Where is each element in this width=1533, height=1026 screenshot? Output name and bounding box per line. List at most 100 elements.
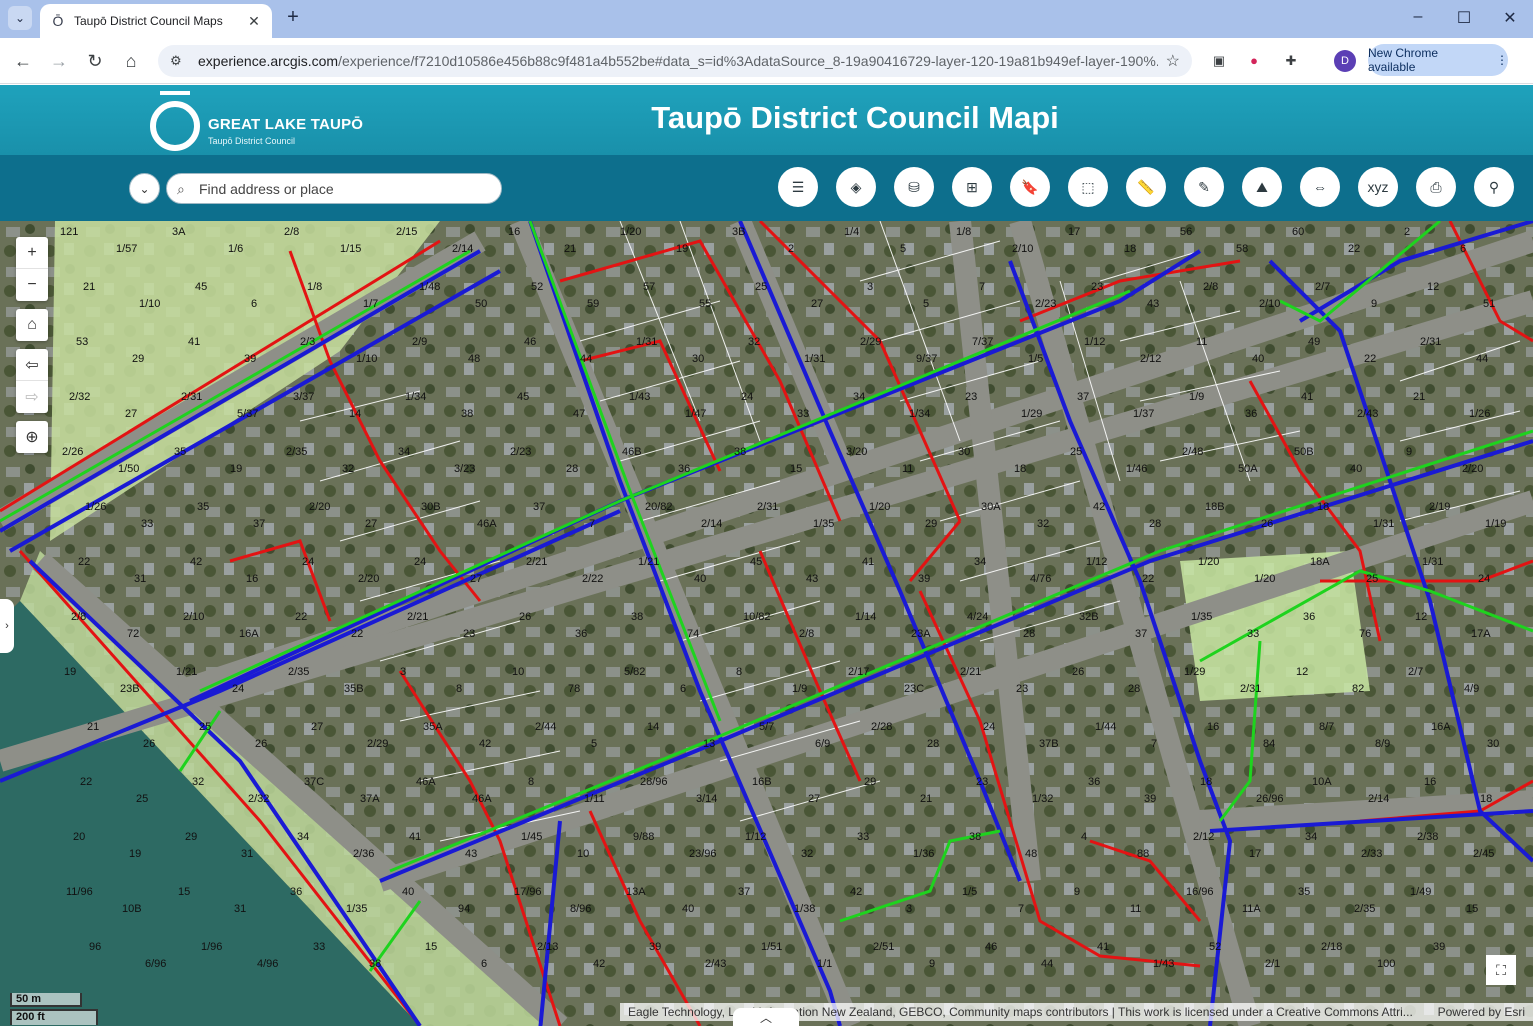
list-icon[interactable]: ☰ xyxy=(778,167,818,207)
maximize-icon[interactable]: ☐ xyxy=(1454,8,1474,28)
taupo-favicon-icon: Ō xyxy=(52,13,64,29)
address-bar[interactable]: ⚙ experience.arcgis.com/experience/f7210… xyxy=(158,45,1192,77)
great-lake-taupo-logo-icon xyxy=(150,101,200,151)
new-chrome-available-button[interactable]: New Chrome available ⋮ xyxy=(1368,44,1508,76)
extensions-puzzle-icon[interactable]: ✚ xyxy=(1280,50,1302,72)
measure-icon[interactable]: 📏 xyxy=(1126,167,1166,207)
coordinates-icon[interactable]: xyz xyxy=(1358,167,1398,207)
parcel-label: 1/36 xyxy=(913,848,934,860)
parcel-label: 28 xyxy=(927,738,939,750)
print-icon[interactable]: ⎙ xyxy=(1416,167,1456,207)
parcel-label: 2/7 xyxy=(1408,666,1423,678)
site-info-icon[interactable]: ⚙ xyxy=(170,53,186,69)
home-icon[interactable]: ⌂ xyxy=(120,50,142,72)
parcel-label: 40 xyxy=(1252,353,1264,365)
close-tab-icon[interactable]: ✕ xyxy=(246,13,262,30)
profile-avatar[interactable]: D xyxy=(1334,50,1356,72)
reload-icon[interactable]: ↻ xyxy=(84,50,106,72)
parcel-label: 7 xyxy=(1018,903,1024,915)
default-extent-icon[interactable]: ⌂ xyxy=(16,309,48,341)
app-header: GREAT LAKE TAUPŌ Taupō District Council … xyxy=(0,85,1533,155)
parcel-label: 10B xyxy=(122,903,142,915)
parcel-label: 1/45 xyxy=(521,831,542,843)
parcel-label: 2/8 xyxy=(284,226,299,238)
parcel-label: 36 xyxy=(678,463,690,475)
map-canvas[interactable]: 1211/573A1/62/81/152/152/1416211/20193B2… xyxy=(0,221,1533,1026)
parcel-label: 9/88 xyxy=(633,831,654,843)
side-panel-toggle[interactable]: › xyxy=(0,599,14,653)
locate-icon[interactable]: ⊕ xyxy=(16,421,48,453)
search-input[interactable] xyxy=(199,180,489,197)
parcel-label: 8/7 xyxy=(1319,721,1334,733)
parcel-label: 2 xyxy=(788,243,794,255)
bookmark-icon[interactable]: 🔖 xyxy=(1010,167,1050,207)
more-menu-icon: ⋮ xyxy=(1496,53,1508,67)
extension-icon[interactable]: ● xyxy=(1243,50,1265,72)
layers-icon[interactable]: ◈ xyxy=(836,167,876,207)
parcel-label: 31 xyxy=(234,903,246,915)
reader-mode-icon[interactable]: ▣ xyxy=(1208,50,1230,72)
swipe-icon[interactable]: ⇔ xyxy=(1300,167,1340,207)
select-icon[interactable]: ⬚ xyxy=(1068,167,1108,207)
minimize-icon[interactable]: – xyxy=(1408,8,1428,26)
parcel-label: 2/14 xyxy=(1368,793,1389,805)
parcel-label: 25 xyxy=(755,281,767,293)
next-extent-icon[interactable]: ⇨ xyxy=(16,381,48,413)
back-icon[interactable]: ← xyxy=(12,50,34,72)
parcel-label: 30 xyxy=(1487,738,1499,750)
parcel-label: 1/29 xyxy=(1184,666,1205,678)
parcel-label: 35 xyxy=(174,446,186,458)
zoom-out-button[interactable]: − xyxy=(16,269,48,301)
parcel-label: 57 xyxy=(643,281,655,293)
browser-tab[interactable]: Ō Taupō District Council Maps ✕ xyxy=(40,4,272,38)
parcel-label: 16/96 xyxy=(1186,886,1214,898)
parcel-label: 37A xyxy=(360,793,380,805)
parcel-label: 26 xyxy=(519,611,531,623)
powered-by-esri[interactable]: Powered by Esri xyxy=(1438,1005,1525,1019)
close-window-icon[interactable]: ✕ xyxy=(1500,8,1520,28)
parcel-label: 72 xyxy=(127,628,139,640)
parcel-label: 25 xyxy=(1070,446,1082,458)
previous-extent-icon[interactable]: ⇦ xyxy=(16,349,48,381)
parcel-label: 2/45 xyxy=(1473,848,1494,860)
url-path: /experience/f7210d10586e456b88c9f481a4b5… xyxy=(338,53,1158,69)
grid-icon[interactable]: ⊞ xyxy=(952,167,992,207)
chevron-up-icon: ︿ xyxy=(759,1010,772,1025)
parcel-label: 1/46 xyxy=(1126,463,1147,475)
parcel-label: 37C xyxy=(304,776,324,788)
share-icon[interactable]: ⚲ xyxy=(1474,167,1514,207)
fullscreen-icon[interactable]: ⛶ xyxy=(1486,955,1516,985)
map-view[interactable]: 121 1/57 3A 1/6 2/8 1/15 2/15 2/14 16 21 1/20 19 3B 2… xyxy=(0,221,1533,1026)
parcel-label: 2/43 xyxy=(705,958,726,970)
forward-icon[interactable]: → xyxy=(48,50,70,72)
elevation-icon[interactable]: ⛰ xyxy=(1242,167,1282,207)
parcel-label: 21 xyxy=(1413,391,1425,403)
parcel-label: 1/35 xyxy=(346,903,367,915)
parcel-label: 58 xyxy=(1236,243,1248,255)
parcel-label: 41 xyxy=(862,556,874,568)
parcel-label: 1/20 xyxy=(620,226,641,238)
parcel-label: 2/23 xyxy=(510,446,531,458)
new-tab-button[interactable]: + xyxy=(282,7,304,29)
parcel-label: 26 xyxy=(143,738,155,750)
home-control: ⌂ xyxy=(16,309,48,341)
parcel-label: 2/20 xyxy=(1462,463,1483,475)
chevron-down-icon: ⌄ xyxy=(139,181,150,196)
draw-icon[interactable]: ✎ xyxy=(1184,167,1224,207)
search-source-dropdown[interactable]: ⌄ xyxy=(129,173,160,204)
bottom-panel-toggle[interactable]: ︿ xyxy=(733,1008,799,1026)
parcel-label: 1/20 xyxy=(869,501,890,513)
parcel-label: 2/10 xyxy=(183,611,204,623)
url-text: experience.arcgis.com/experience/f7210d1… xyxy=(198,53,1158,69)
zoom-in-button[interactable]: + xyxy=(16,237,48,269)
parcel-label: 16 xyxy=(1424,776,1436,788)
parcel-label: 2 xyxy=(1404,226,1410,238)
tab-search-button[interactable]: ⌄ xyxy=(8,6,32,30)
parcel-label: 2/15 xyxy=(396,226,417,238)
parcel-label: 2/35 xyxy=(1354,903,1375,915)
parcel-label: 1/96 xyxy=(201,941,222,953)
search-box[interactable]: ⌕ xyxy=(166,173,502,204)
bookmark-star-icon[interactable]: ☆ xyxy=(1166,51,1180,71)
parcel-label: 9 xyxy=(1406,446,1412,458)
database-icon[interactable]: ⛁ xyxy=(894,167,934,207)
